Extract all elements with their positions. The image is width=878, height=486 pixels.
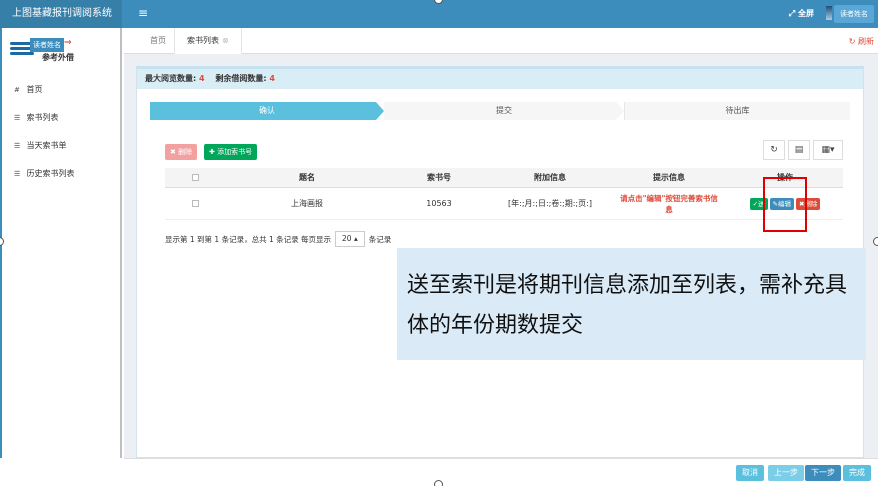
row-checkbox[interactable] — [191, 200, 199, 207]
remaining-label: 剩余借阅数量: — [215, 74, 267, 83]
tab-bar: 首页 索书列表 ⊗ ↻ 刷新 — [124, 28, 878, 54]
header-checkbox-cell — [165, 168, 225, 187]
refresh-label: 刷新 — [858, 37, 874, 46]
close-tab-icon[interactable]: ⊗ — [222, 36, 229, 45]
sidebar-item-label: 当天索书单 — [26, 141, 67, 150]
max-reading-label: 最大阅览数量: — [145, 74, 197, 83]
logout-icon[interactable]: ⇒ — [64, 38, 72, 48]
add-label: 添加索书号 — [217, 148, 253, 156]
hint-text-line1: 请点击"编辑"按钮完善索书信 — [620, 193, 718, 203]
list-icon: ☰ — [14, 114, 21, 122]
menu-toggle-icon[interactable]: ≡ — [138, 6, 148, 20]
sidebar-item-label: 索书列表 — [26, 113, 59, 122]
delete-label: 删除 — [178, 148, 193, 156]
app-window: 上图基藏报刊调阅系统 ≡ ⤢ 全屏 读者姓名 读者姓名 ⇒ 参考外借 # 首页 … — [0, 0, 878, 486]
sidebar-item-today-requests[interactable]: ☰ 当天索书单 — [14, 140, 67, 151]
refresh-button[interactable]: ↻ 刷新 — [849, 36, 874, 47]
app-title: 上图基藏报刊调阅系统 — [0, 0, 122, 28]
resize-handle[interactable] — [873, 237, 878, 246]
sidebar-item-label: 首页 — [26, 85, 43, 94]
header-title[interactable]: 题名 — [225, 168, 389, 187]
cell-hint: 请点击"编辑"按钮完善索书信 息 — [611, 188, 727, 219]
cancel-button[interactable]: 取消 — [736, 465, 764, 481]
sidebar-item-request-list[interactable]: ☰ 索书列表 — [14, 112, 59, 123]
step-awaiting-dispatch[interactable]: 待出库 — [624, 102, 850, 120]
sidebar-item-label: 历史索书列表 — [26, 169, 75, 178]
fullscreen-button[interactable]: ⤢ 全屏 — [789, 8, 814, 19]
reader-type-label: 参考外借 — [42, 53, 74, 62]
table-refresh-button[interactable]: ↻ — [763, 140, 785, 160]
table-toggle-view-button[interactable]: ▤ — [788, 140, 810, 160]
remaining-value: 4 — [269, 74, 275, 83]
select-all-checkbox[interactable] — [191, 174, 199, 181]
card-view-icon: ▤ — [794, 145, 804, 155]
header-extra-info[interactable]: 附加信息 — [489, 168, 611, 187]
refresh-icon: ↻ — [848, 37, 856, 46]
user-logo-icon — [826, 6, 832, 20]
sidebar: 读者姓名 ⇒ 参考外借 # 首页 ☰ 索书列表 ☰ 当天索书单 ☰ 历史索书列表 — [0, 28, 122, 458]
previous-step-button[interactable]: 上一步 — [768, 465, 804, 481]
per-page-prefix: 每页显示 — [301, 234, 332, 244]
fullscreen-label: 全屏 — [798, 9, 814, 18]
column-chooser-button[interactable]: ▦▾ — [813, 140, 843, 160]
pagination-info: 显示第 1 到第 1 条记录，总共 1 条记录 每页显示 20 ▴ 条记录 — [165, 231, 391, 247]
quota-info: 最大阅览数量: 4 剩余借阅数量: 4 — [137, 69, 863, 89]
sidebar-user-panel: 读者姓名 ⇒ 参考外借 — [10, 36, 110, 66]
record-summary: 显示第 1 到第 1 条记录，总共 1 条记录 — [165, 234, 299, 244]
sidebar-item-history-requests[interactable]: ☰ 历史索书列表 — [14, 168, 75, 179]
page-size-value: 20 — [342, 234, 352, 243]
add-call-number-button[interactable]: ✚ 添加索书号 — [204, 144, 258, 160]
sidebar-item-home[interactable]: # 首页 — [14, 84, 43, 95]
wizard-steps: 确认 提交 待出库 — [150, 102, 850, 120]
step-confirm[interactable]: 确认 — [150, 102, 384, 120]
cell-extra-info: [年:;月:;日:;卷:;期:;页:] — [508, 199, 592, 208]
resize-handle[interactable] — [434, 480, 443, 486]
annotation-caption: 送至索刊是将期刊信息添加至列表，需补充具体的年份期数提交 — [397, 248, 866, 360]
tab-label: 索书列表 — [187, 36, 219, 45]
table-header: 题名 索书号 附加信息 提示信息 操作 — [165, 168, 843, 188]
tab-request-list[interactable]: 索书列表 ⊗ — [174, 28, 242, 54]
step-submit[interactable]: 提交 — [384, 102, 624, 120]
home-icon: # — [14, 86, 20, 94]
top-navbar: 上图基藏报刊调阅系统 ≡ ⤢ 全屏 读者姓名 — [0, 0, 878, 28]
close-icon: ✖ — [170, 148, 176, 156]
delete-button[interactable]: ✖ 删除 — [165, 144, 198, 160]
reader-name-badge: 读者姓名 — [30, 38, 64, 52]
max-reading-value: 4 — [199, 74, 205, 83]
expand-icon: ⤢ — [788, 9, 796, 18]
finish-button[interactable]: 完成 — [843, 465, 871, 481]
next-step-button[interactable]: 下一步 — [805, 465, 841, 481]
header-hint[interactable]: 提示信息 — [611, 168, 727, 187]
per-page-suffix: 条记录 — [368, 234, 392, 244]
edit-highlight-box — [763, 177, 807, 232]
user-menu[interactable]: 读者姓名 — [834, 5, 874, 23]
list-icon: ☰ — [14, 142, 21, 150]
grid-icon: ▦▾ — [821, 145, 835, 155]
hint-text-line2: 息 — [665, 204, 673, 214]
cell-title: 上海画报 — [291, 199, 323, 208]
tab-home[interactable]: 首页 — [138, 28, 178, 54]
cell-call-number: 10563 — [426, 199, 452, 208]
caret-up-icon: ▴ — [353, 234, 358, 243]
plus-icon: ✚ — [209, 148, 215, 156]
list-icon: ☰ — [14, 170, 21, 178]
table-row: 上海画报 10563 [年:;月:;日:;卷:;期:;页:] 请点击"编辑"按钮… — [165, 188, 843, 220]
page-size-select[interactable]: 20 ▴ — [335, 231, 365, 247]
header-call-number[interactable]: 索书号 — [389, 168, 489, 187]
refresh-icon: ↻ — [770, 145, 778, 155]
wizard-footer: 取消 上一步 下一步 完成 — [124, 458, 878, 486]
row-checkbox-cell — [165, 188, 225, 219]
